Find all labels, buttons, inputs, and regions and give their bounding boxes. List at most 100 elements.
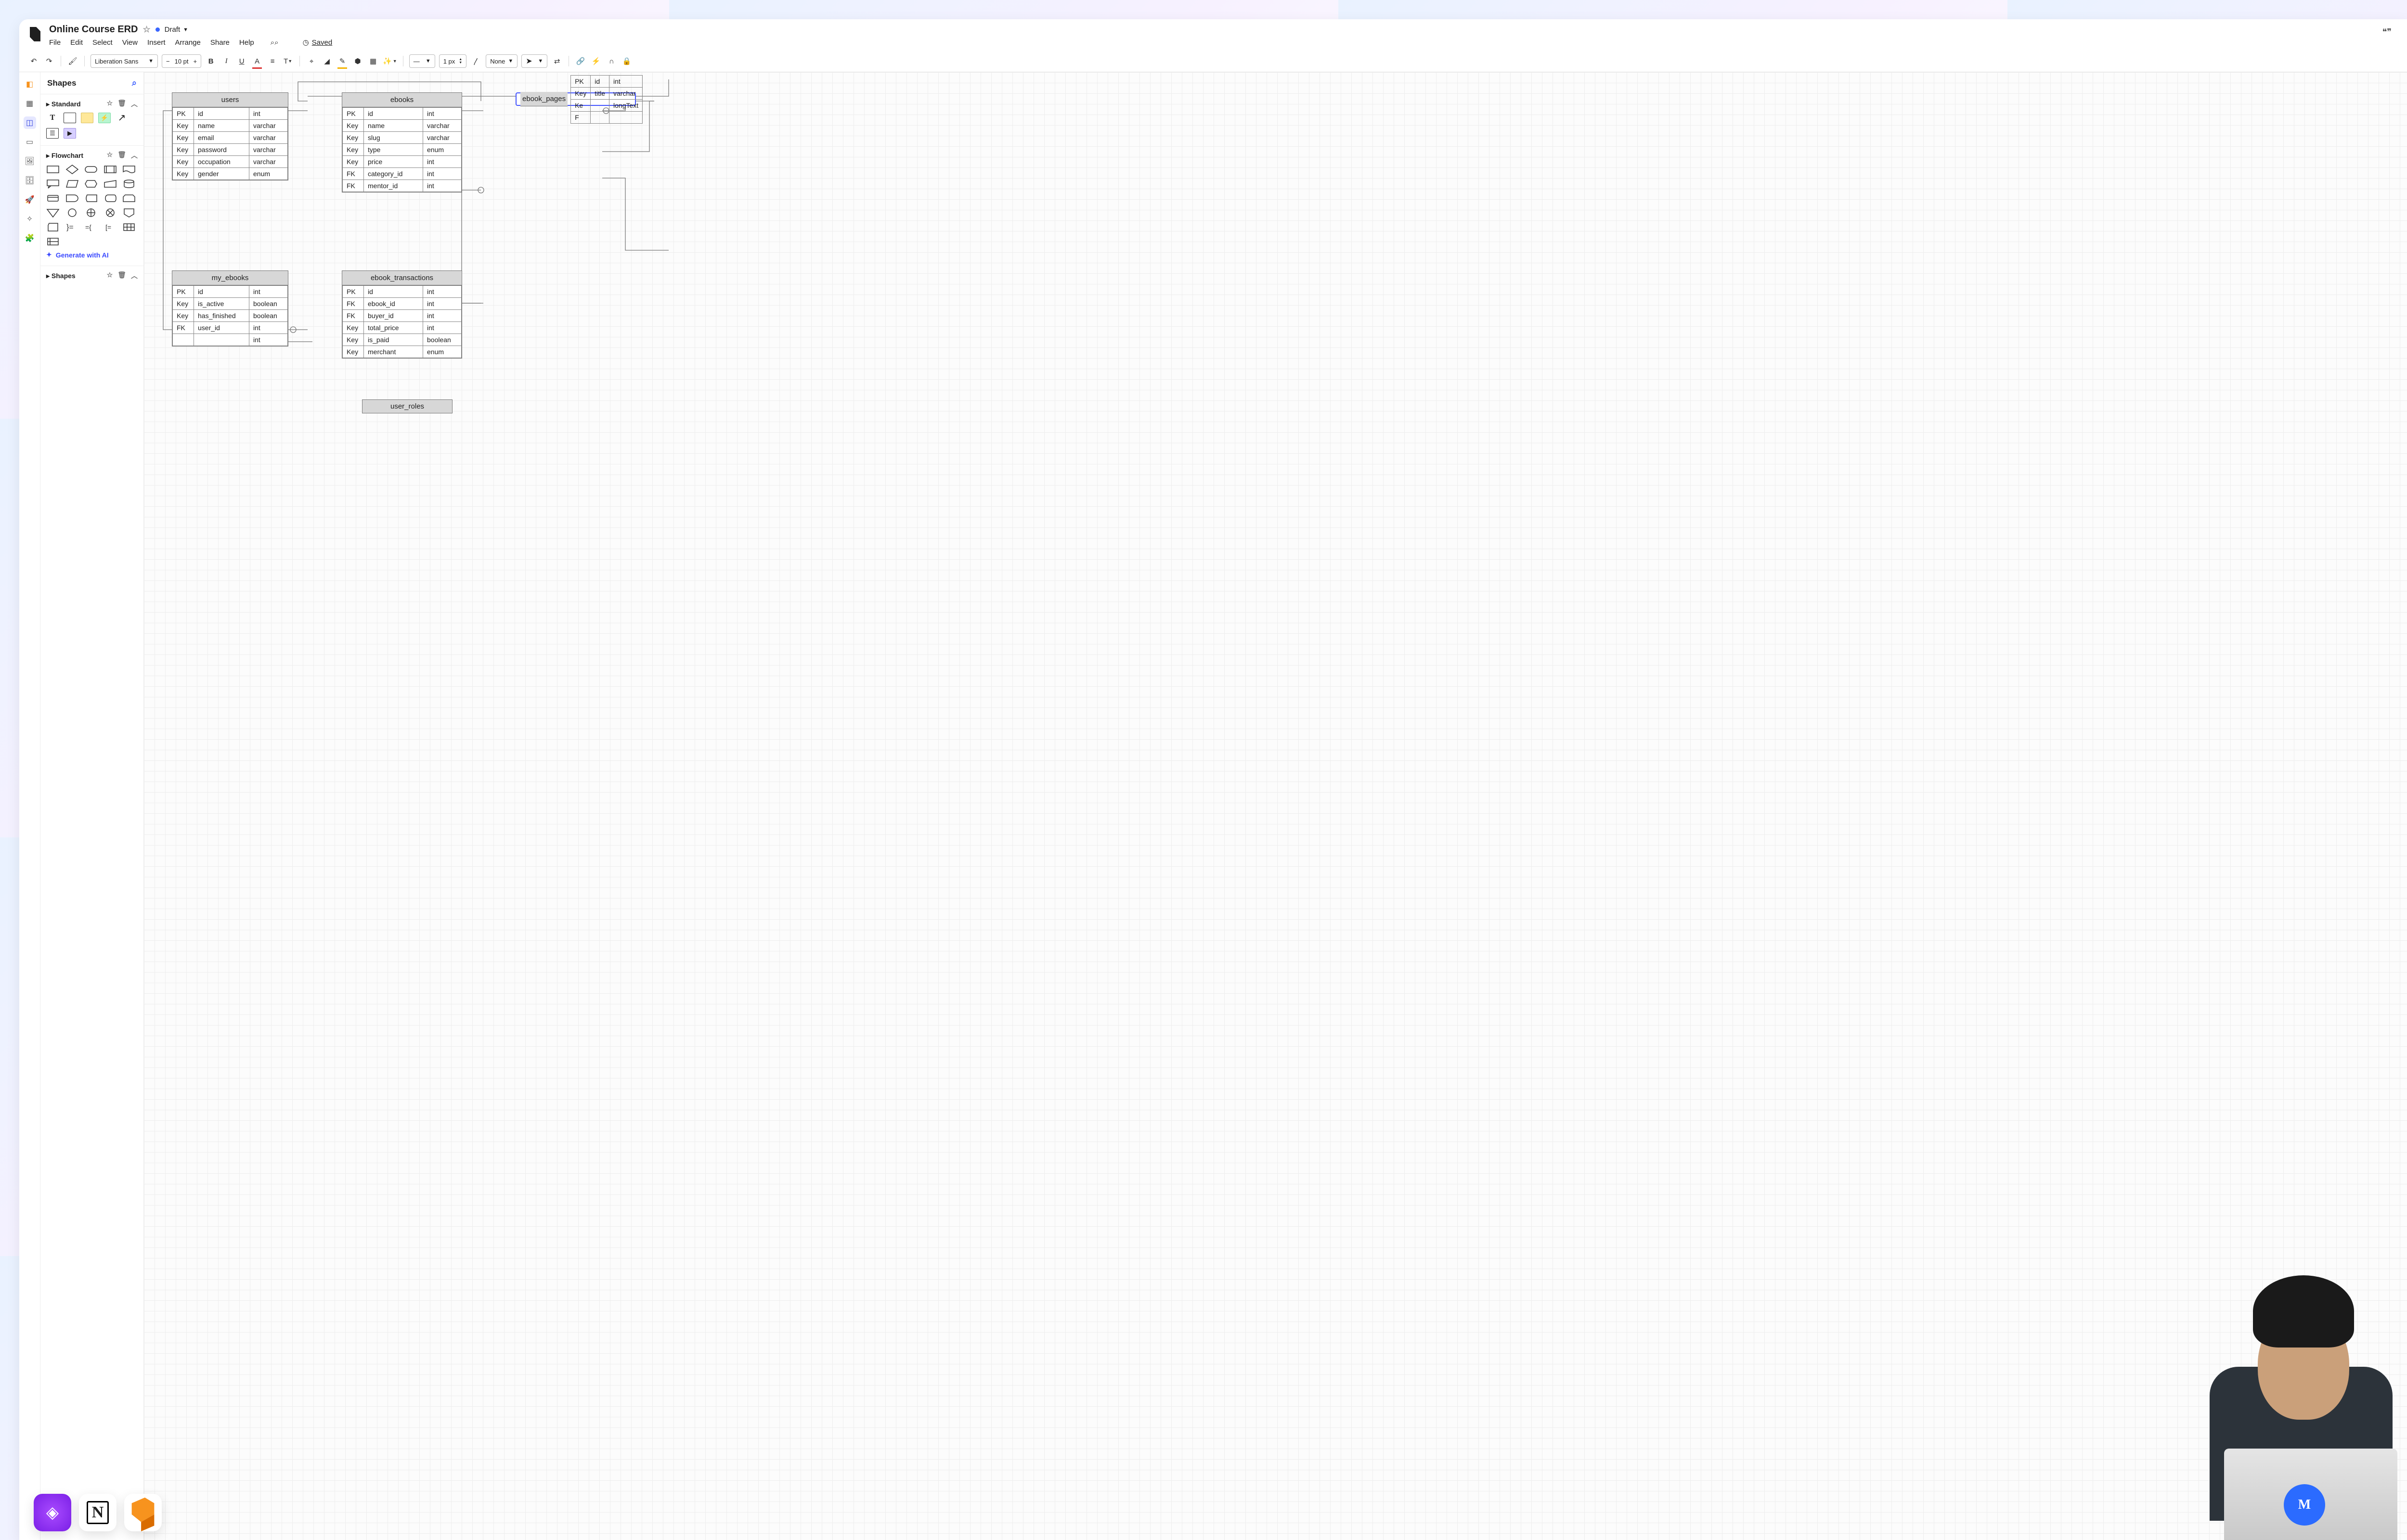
bold-button[interactable]: B — [205, 55, 217, 67]
entity-cell[interactable]: id — [591, 75, 609, 87]
entity-ebooks[interactable]: ebooks PKidintKeynamevarcharKeyslugvarch… — [342, 92, 462, 192]
status-dropdown[interactable]: Draft▼ — [165, 26, 188, 34]
rail-lucid-icon[interactable]: ◧ — [24, 78, 36, 90]
entity-cell[interactable]: is_paid — [364, 334, 423, 346]
fc-loop[interactable] — [122, 193, 136, 204]
font-size-stepper[interactable]: − 10 pt + — [162, 54, 201, 68]
entity-cell[interactable]: ebook_id — [364, 298, 423, 310]
entity-cell[interactable]: int — [249, 286, 288, 298]
align-button[interactable]: ≡ — [267, 55, 278, 67]
favorite-icon[interactable]: ☆ — [142, 25, 150, 35]
shape-rectangle[interactable] — [64, 113, 76, 123]
trash-icon[interactable]: 🗑 — [117, 151, 126, 160]
entity-cell[interactable] — [591, 111, 609, 123]
entity-cell[interactable]: id — [364, 108, 423, 120]
shape-media[interactable]: ▶ — [64, 128, 76, 139]
entity-cell[interactable]: varchar — [249, 156, 288, 168]
format-painter-button[interactable]: 🖌 — [67, 55, 78, 67]
entity-cell[interactable]: Key — [343, 120, 364, 132]
entity-cell[interactable]: id — [194, 286, 249, 298]
entity-cell[interactable]: user_id — [194, 322, 249, 334]
entity-cell[interactable]: Key — [343, 156, 364, 168]
entity-cell[interactable]: slug — [364, 132, 423, 144]
menu-share[interactable]: Share — [210, 38, 230, 47]
fc-display[interactable] — [104, 193, 117, 204]
entity-cell[interactable]: int — [423, 322, 462, 334]
text-color-button[interactable]: A — [251, 55, 263, 67]
entity-ebook-transactions[interactable]: ebook_transactions PKidintFKebook_idintF… — [342, 270, 462, 359]
fc-or[interactable] — [84, 207, 98, 218]
rail-templates-icon[interactable]: ▦ — [24, 97, 36, 110]
entity-cell[interactable]: enum — [423, 346, 462, 358]
fc-storage[interactable] — [46, 193, 60, 204]
fc-delay[interactable] — [65, 193, 79, 204]
entity-cell[interactable]: int — [423, 180, 462, 192]
fc-predefined[interactable] — [104, 164, 117, 175]
entity-cell[interactable]: is_active — [194, 298, 249, 310]
comment-icon[interactable]: ❝❞ — [2382, 27, 2392, 37]
entity-cell[interactable]: int — [609, 75, 643, 87]
entity-user-roles[interactable]: user_roles — [362, 399, 453, 413]
rail-data-icon[interactable]: 🗄 — [24, 174, 36, 187]
entity-cell[interactable]: enum — [423, 144, 462, 156]
entity-cell[interactable]: int — [423, 298, 462, 310]
entity-cell[interactable]: FK — [343, 298, 364, 310]
entity-cell[interactable]: int — [423, 310, 462, 322]
dock-icon-lucid[interactable] — [124, 1494, 162, 1531]
entity-cell[interactable]: password — [194, 144, 249, 156]
rail-launch-icon[interactable]: 🚀 — [24, 193, 36, 206]
collapse-icon[interactable]: ︿ — [131, 151, 138, 160]
collapse-icon[interactable]: ︿ — [131, 99, 138, 109]
entity-cell[interactable]: FK — [343, 168, 364, 180]
entity-cell[interactable]: Key — [173, 156, 194, 168]
entity-cell[interactable]: PK — [343, 286, 364, 298]
entity-cell[interactable] — [194, 334, 249, 346]
section-flowchart-title[interactable]: Flowchart — [52, 152, 83, 159]
link-button[interactable]: 🔗 — [575, 55, 586, 67]
entity-cell[interactable]: Key — [343, 322, 364, 334]
magic-button[interactable]: ✨▼ — [383, 55, 397, 67]
entity-ebook-pages[interactable]: ebook_pages PKidintKeytitlevarcharKelong… — [516, 92, 636, 106]
menu-file[interactable]: File — [49, 38, 61, 47]
entity-cell[interactable]: Key — [343, 334, 364, 346]
border-color-button[interactable]: ✎ — [336, 55, 348, 67]
italic-button[interactable]: I — [220, 55, 232, 67]
entity-cell[interactable]: int — [423, 168, 462, 180]
entity-cell[interactable]: int — [423, 156, 462, 168]
pin-icon[interactable]: ☆ — [107, 99, 113, 109]
entity-cell[interactable]: PK — [571, 75, 591, 87]
font-family-select[interactable]: Liberation Sans▼ — [91, 54, 158, 68]
fill-color-button[interactable]: ◢ — [321, 55, 333, 67]
action-button[interactable]: ⚡ — [590, 55, 602, 67]
entity-cell[interactable]: FK — [343, 310, 364, 322]
pin-icon[interactable]: ☆ — [107, 151, 113, 160]
entity-cell[interactable]: name — [364, 120, 423, 132]
entity-cell[interactable]: int — [249, 334, 288, 346]
entity-cell[interactable]: buyer_id — [364, 310, 423, 322]
trash-icon[interactable]: 🗑 — [117, 271, 126, 281]
entity-cell[interactable]: varchar — [609, 87, 643, 99]
undo-button[interactable]: ↶ — [28, 55, 39, 67]
endpoint-right-select[interactable]: ➤▼ — [521, 54, 547, 68]
entity-cell[interactable]: PK — [173, 108, 194, 120]
entity-cell[interactable]: FK — [173, 322, 194, 334]
fc-sum[interactable] — [104, 207, 117, 218]
entity-cell[interactable]: longText — [609, 99, 643, 111]
entity-cell[interactable]: Key — [343, 132, 364, 144]
entity-cell[interactable]: id — [194, 108, 249, 120]
menu-insert[interactable]: Insert — [147, 38, 166, 47]
entity-cell[interactable]: Key — [343, 144, 364, 156]
fc-card[interactable] — [46, 222, 60, 232]
shape-uml[interactable]: ☰ — [46, 128, 59, 139]
entity-cell[interactable]: F — [571, 111, 591, 123]
menu-arrange[interactable]: Arrange — [175, 38, 201, 47]
entity-cell[interactable]: price — [364, 156, 423, 168]
entity-cell[interactable]: merchant — [364, 346, 423, 358]
shape-note[interactable] — [81, 113, 93, 123]
underline-button[interactable]: U — [236, 55, 247, 67]
fc-input[interactable] — [104, 179, 117, 189]
fc-terminator[interactable] — [84, 164, 98, 175]
shape-text[interactable]: T — [46, 113, 59, 123]
trash-icon[interactable]: 🗑 — [117, 99, 126, 109]
section-standard-title[interactable]: Standard — [52, 100, 81, 108]
